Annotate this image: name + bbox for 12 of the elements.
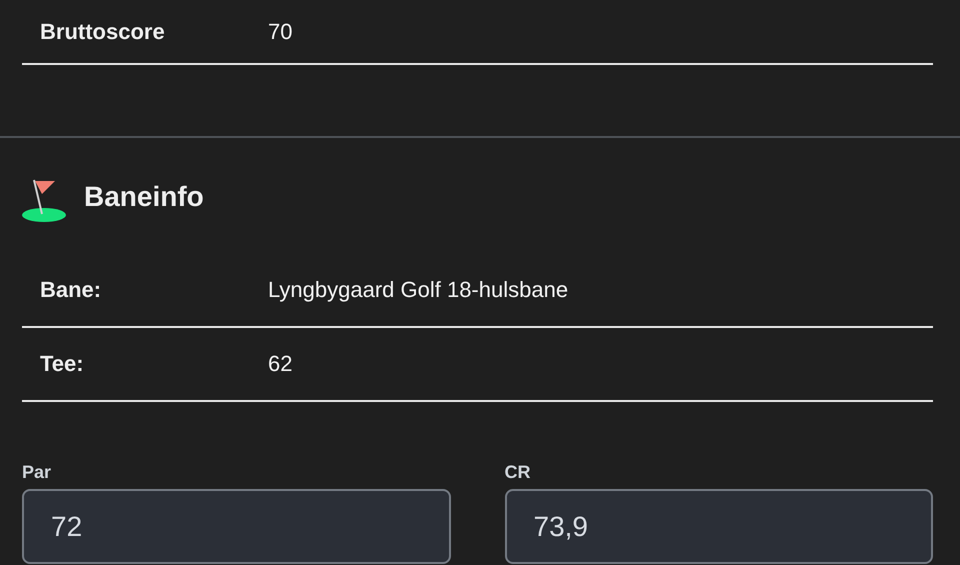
golf-flag-icon <box>22 177 68 223</box>
input-field[interactable]: 73,9 <box>504 489 933 564</box>
input-field[interactable]: 72 <box>22 489 450 564</box>
row-label: Tee: <box>40 351 85 377</box>
field-label: CR <box>504 462 532 483</box>
row-value: 70 <box>268 18 292 44</box>
row-value: 62 <box>268 351 292 377</box>
row-label: Bruttoscore <box>40 18 166 44</box>
section-title: Baneinfo <box>84 181 204 213</box>
field-label: Par <box>22 462 52 483</box>
row-value: Lyngbygaard Golf 18-hulsbane <box>268 277 568 303</box>
row-label: Bane: <box>40 277 102 303</box>
